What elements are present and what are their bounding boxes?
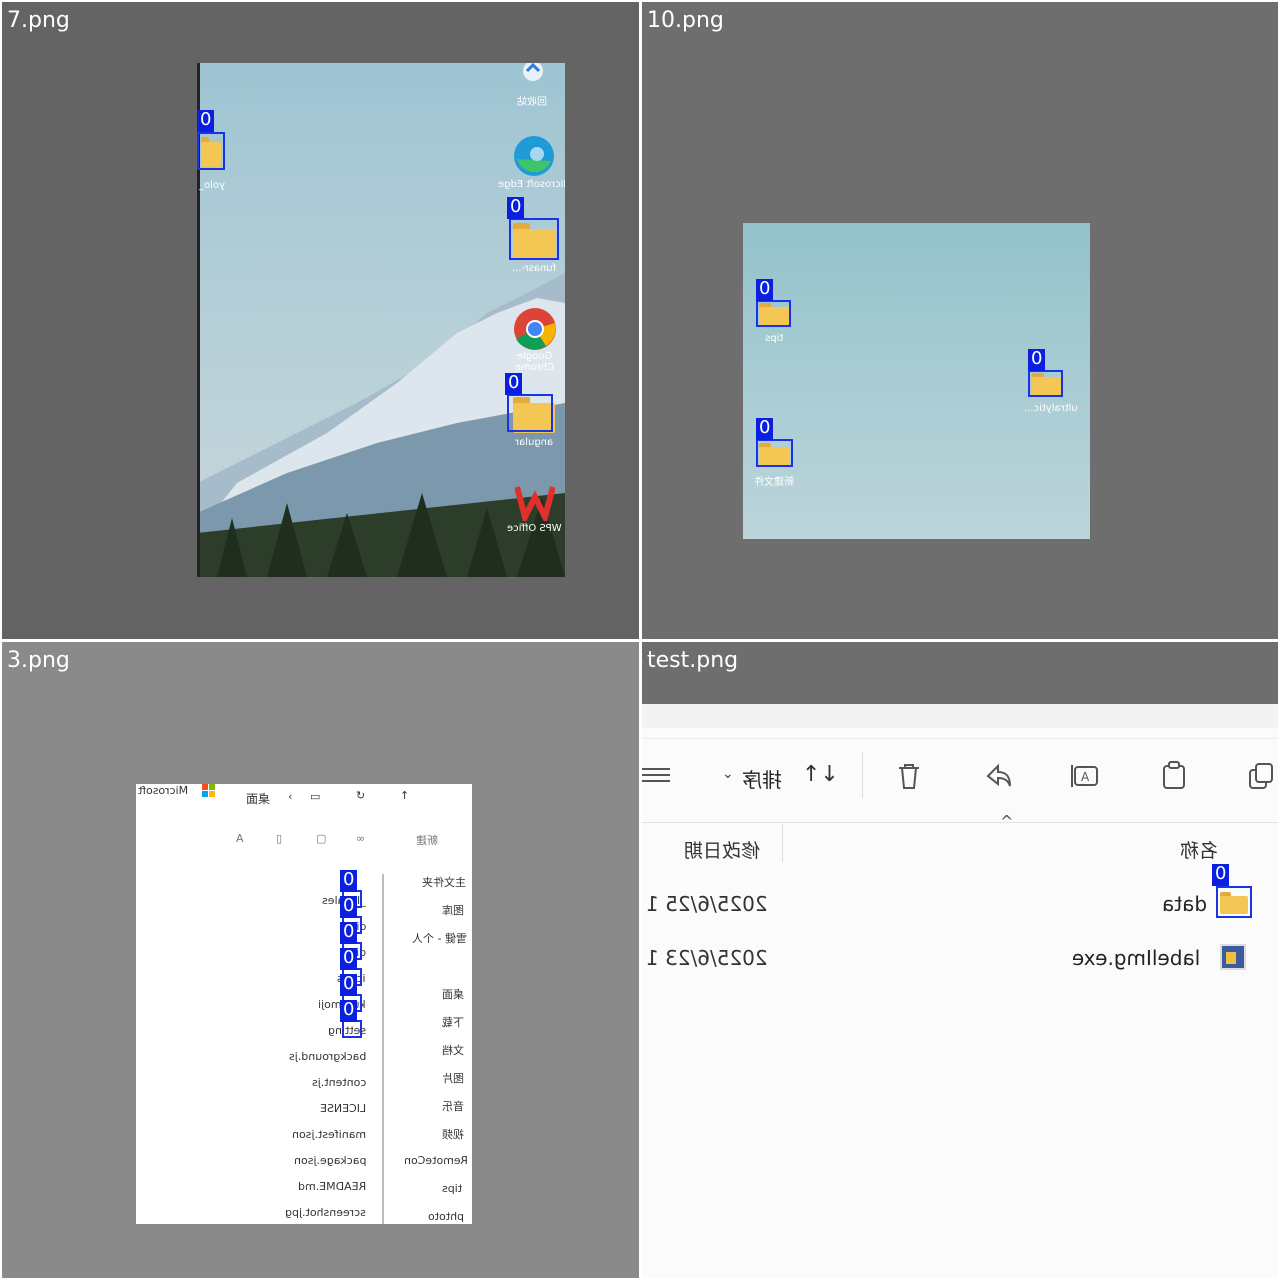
nav-item[interactable]: 下载 bbox=[442, 1014, 464, 1030]
paste-icon[interactable]: ▯ bbox=[276, 832, 282, 845]
edge-icon[interactable] bbox=[513, 135, 555, 177]
nav-item[interactable]: 主文件夹 bbox=[422, 874, 466, 890]
window-title: Microsoft bbox=[138, 784, 189, 797]
list-item[interactable]: LICENSE bbox=[320, 1102, 366, 1115]
detection-box bbox=[342, 1020, 362, 1038]
nav-item[interactable]: 视频 bbox=[442, 1126, 464, 1142]
nav-item[interactable]: 图片 bbox=[442, 1070, 464, 1086]
chevron-down-icon[interactable]: ⌄ bbox=[722, 766, 734, 782]
detection-box bbox=[509, 218, 559, 260]
folder-label: funasr-... bbox=[512, 263, 557, 274]
up-arrow-icon[interactable]: ↑ bbox=[400, 789, 409, 802]
sort-icon: ↑↓ bbox=[802, 762, 839, 787]
detection-label: 0 bbox=[756, 279, 774, 301]
desktop-screenshot: 回收站 Microsoft Edge funasr-... Google Chr… bbox=[197, 63, 565, 577]
detection-label: 0 bbox=[340, 922, 358, 944]
folder-label: angular bbox=[515, 437, 554, 448]
list-item[interactable]: manifest.json bbox=[292, 1128, 366, 1141]
tile-title: test.png bbox=[647, 648, 739, 673]
detection-label: 0 bbox=[340, 948, 358, 970]
detection-box bbox=[756, 300, 791, 327]
chrome-label: Google Chrome bbox=[514, 351, 555, 373]
explorer-window: ⌄ 排序 ↑↓ A 修改日期 ^ 名称 2025/6/25 1 data 202… bbox=[642, 704, 1278, 1278]
menu-icon[interactable] bbox=[642, 766, 670, 786]
nav-item[interactable]: RemoteCon bbox=[404, 1154, 468, 1167]
new-button[interactable]: 新建 bbox=[416, 832, 438, 848]
tile-title: 10.png bbox=[647, 8, 724, 33]
detection-label: 0 bbox=[1028, 349, 1046, 371]
row-name: data bbox=[1162, 892, 1208, 916]
app-icon bbox=[1220, 944, 1246, 970]
tile-10png: 10.png tips ultralytic... 新建文件 0 0 0 bbox=[642, 2, 1278, 639]
tile-7png: 7.png 回收站 Microsoft Edge funasr-... Goog… bbox=[2, 2, 639, 639]
detection-box bbox=[756, 439, 793, 467]
windows-logo-icon bbox=[202, 784, 216, 798]
recycle-bin-label: 回收站 bbox=[517, 97, 547, 108]
list-item[interactable]: package.json bbox=[294, 1154, 366, 1167]
table-row[interactable]: 2025/6/23 1 labelImg.exe bbox=[642, 932, 1278, 982]
sort-button[interactable]: 排序 bbox=[742, 764, 782, 793]
rename-icon[interactable]: A bbox=[1070, 762, 1102, 790]
list-item[interactable]: background.js bbox=[289, 1050, 366, 1063]
row-date: 2025/6/23 1 bbox=[646, 946, 768, 970]
folder-label: 新建文件 bbox=[754, 477, 794, 488]
tile-testpng: test.png ⌄ 排序 ↑↓ A 修改日期 ^ 名称 2025/6/25 1… bbox=[642, 642, 1278, 1278]
cut-icon[interactable]: ∞ bbox=[356, 832, 365, 845]
copy-icon[interactable] bbox=[1246, 762, 1276, 790]
tile-3png: 3.png Microsoft 桌面 ‹ ▭ ↻ ↑ A ▯ ▢ ∞ 新建 _l… bbox=[2, 642, 639, 1278]
chevron-icon[interactable]: ‹ bbox=[288, 790, 292, 803]
nav-item[interactable]: tips bbox=[442, 1182, 462, 1195]
row-date: 2025/6/25 1 bbox=[646, 892, 768, 916]
detection-label: 0 bbox=[756, 418, 774, 440]
nav-item[interactable]: 雪健 - 个人 bbox=[412, 930, 467, 946]
breadcrumb: 桌面 bbox=[246, 792, 271, 806]
column-header-name: 名称 bbox=[1180, 840, 1219, 862]
paste-icon[interactable] bbox=[1160, 760, 1188, 790]
row-name: labelImg.exe bbox=[1072, 946, 1201, 970]
monitor-icon[interactable]: ▭ bbox=[310, 790, 320, 803]
detection-label: 0 bbox=[507, 197, 525, 219]
detection-label: 0 bbox=[340, 974, 358, 996]
copy-icon[interactable]: ▢ bbox=[316, 832, 326, 845]
folder-label: ultralytic... bbox=[1024, 403, 1078, 414]
list-item[interactable]: README.md bbox=[298, 1180, 366, 1193]
detection-label: 0 bbox=[505, 373, 523, 395]
refresh-icon[interactable]: ↻ bbox=[356, 789, 365, 802]
sort-caret-icon: ^ bbox=[1000, 812, 1014, 831]
mountain-landscape bbox=[197, 273, 565, 577]
detection-label: 0 bbox=[340, 870, 358, 892]
nav-item[interactable]: phtoto bbox=[428, 1210, 464, 1223]
rename-icon[interactable]: A bbox=[236, 832, 244, 845]
wps-label: WPS Office bbox=[507, 523, 562, 534]
share-icon[interactable] bbox=[984, 762, 1014, 790]
tile-title: 7.png bbox=[7, 8, 70, 33]
detection-label: 0 bbox=[340, 896, 358, 918]
explorer-window: Microsoft 桌面 ‹ ▭ ↻ ↑ A ▯ ▢ ∞ 新建 _locales… bbox=[136, 784, 472, 1224]
tile-title: 3.png bbox=[7, 648, 70, 673]
wps-icon[interactable] bbox=[514, 483, 556, 526]
list-item[interactable]: content.js bbox=[312, 1076, 366, 1089]
detection-label: 0 bbox=[197, 110, 215, 132]
detection-box bbox=[1028, 370, 1063, 397]
folder-label: yolo_ bbox=[199, 180, 225, 191]
svg-text:A: A bbox=[1081, 770, 1090, 784]
nav-item[interactable]: 桌面 bbox=[442, 986, 464, 1002]
splitter[interactable] bbox=[382, 874, 384, 1224]
detection-box bbox=[507, 394, 553, 432]
folder-label: tips bbox=[764, 333, 784, 344]
recycle-bin-icon[interactable] bbox=[519, 63, 547, 85]
detection-label: 0 bbox=[340, 1000, 358, 1022]
nav-item[interactable]: 音乐 bbox=[442, 1098, 464, 1114]
nav-item[interactable]: 图库 bbox=[442, 902, 464, 918]
edge-label: Microsoft Edge bbox=[497, 179, 565, 190]
table-row[interactable]: 2025/6/25 1 data bbox=[642, 878, 1278, 928]
chrome-icon[interactable] bbox=[513, 307, 557, 351]
nav-item[interactable]: 文档 bbox=[442, 1042, 464, 1058]
delete-icon[interactable] bbox=[896, 762, 922, 790]
detection-box bbox=[1216, 886, 1252, 918]
detection-box bbox=[197, 132, 225, 170]
column-header-date: 修改日期 bbox=[684, 840, 761, 862]
detection-label: 0 bbox=[1212, 864, 1230, 886]
list-item[interactable]: screenshot.jpg bbox=[285, 1206, 366, 1219]
